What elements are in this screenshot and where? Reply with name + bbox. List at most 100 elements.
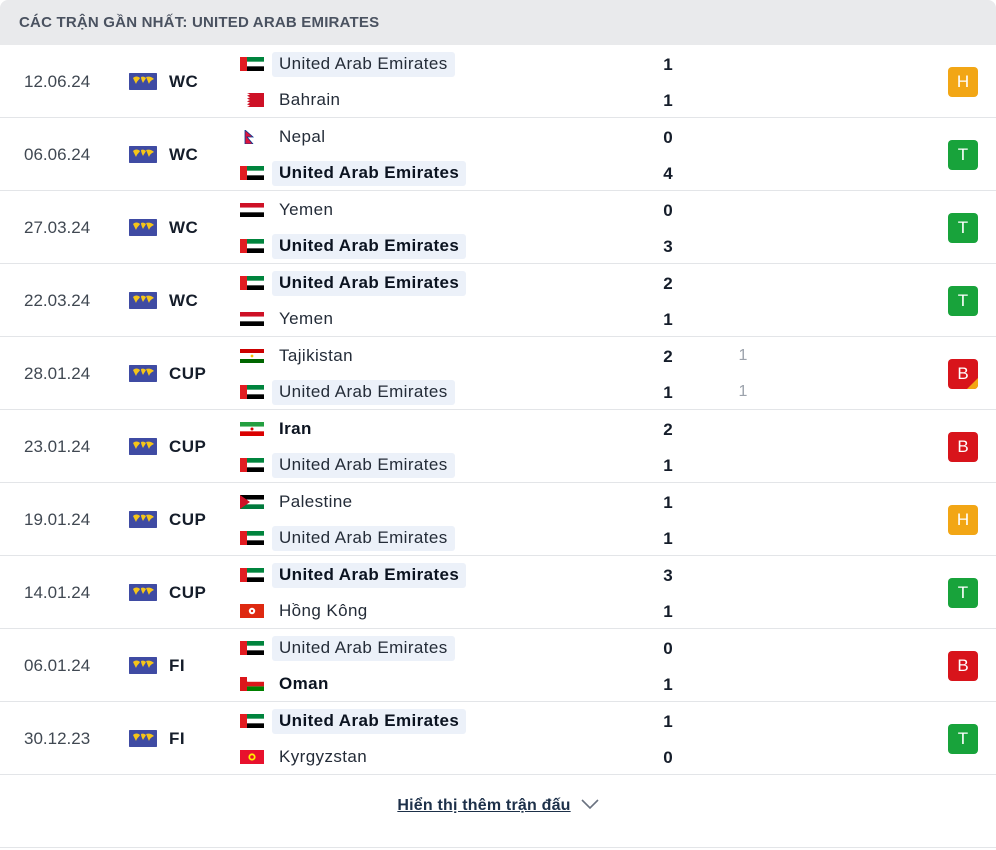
home-team: Palestine: [240, 489, 360, 515]
match-row[interactable]: 06.01.24 FI United Arab Emirates Oman 0 …: [0, 629, 996, 702]
home-team: Yemen: [240, 197, 340, 223]
home-team: United Arab Emirates: [240, 51, 455, 77]
away-team-name: United Arab Emirates: [272, 233, 467, 259]
world-icon: [129, 730, 157, 747]
home-team: Nepal: [240, 124, 332, 150]
competition-label: CUP: [169, 582, 207, 602]
result-label: T: [957, 145, 969, 164]
uae-flag-icon: [240, 568, 264, 582]
match-date: 27.03.24: [24, 217, 91, 237]
match-date: 12.06.24: [24, 71, 91, 91]
match-date: 30.12.23: [24, 728, 91, 748]
show-more: Hiển thị thêm trận đấu: [0, 793, 996, 819]
result-badge: T: [948, 213, 978, 243]
oman-flag-icon: [240, 677, 264, 691]
away-penalty-score: 1: [738, 383, 748, 400]
result-label: T: [957, 729, 969, 748]
home-score: 3: [663, 566, 673, 585]
away-score: 1: [663, 602, 673, 621]
result-label: B: [957, 656, 969, 675]
result-badge: H: [948, 67, 978, 97]
result-label: T: [957, 291, 969, 310]
home-team-name: United Arab Emirates: [272, 51, 455, 77]
result-badge: T: [948, 286, 978, 316]
away-score: 1: [663, 91, 673, 110]
match-row[interactable]: 28.01.24 CUP Tajikistan United Arab Emir…: [0, 337, 996, 410]
competition-label: FI: [169, 728, 186, 748]
away-score: 1: [663, 456, 673, 475]
result-badge: T: [948, 578, 978, 608]
away-team: United Arab Emirates: [240, 525, 455, 551]
result-label: H: [956, 510, 970, 529]
uae-flag-icon: [240, 276, 264, 290]
world-icon: [129, 73, 157, 90]
home-team-name: United Arab Emirates: [272, 562, 467, 588]
match-list: 12.06.24 WC United Arab Emirates Bahrain…: [0, 45, 996, 775]
world-icon: [129, 219, 157, 236]
uae-flag-icon: [240, 641, 264, 655]
away-team-name: United Arab Emirates: [272, 379, 455, 405]
away-team: United Arab Emirates: [240, 379, 455, 405]
match-row[interactable]: 22.03.24 WC United Arab Emirates Yemen 2…: [0, 264, 996, 337]
uae-flag-icon: [240, 166, 264, 180]
home-penalty-score: 1: [738, 347, 748, 364]
home-team: United Arab Emirates: [240, 562, 467, 588]
tajikistan-flag-icon: [240, 349, 264, 363]
home-team-name: United Arab Emirates: [272, 708, 467, 734]
home-team-name: Palestine: [279, 491, 353, 511]
match-date: 06.01.24: [24, 655, 91, 675]
world-icon: [129, 292, 157, 309]
match-row[interactable]: 27.03.24 WC Yemen United Arab Emirates 0…: [0, 191, 996, 264]
yemen-flag-icon: [240, 312, 264, 326]
penalty-marker: [967, 378, 978, 389]
match-row[interactable]: 23.01.24 CUP Iran United Arab Emirates 2…: [0, 410, 996, 483]
away-team-name: United Arab Emirates: [272, 160, 467, 186]
section-header: CÁC TRẬN GẦN NHẤT: UNITED ARAB EMIRATES: [0, 0, 996, 45]
home-team: United Arab Emirates: [240, 635, 455, 661]
iran-flag-icon: [240, 422, 264, 436]
result-badge: T: [948, 140, 978, 170]
home-score: 1: [663, 55, 673, 74]
world-icon: [129, 657, 157, 674]
home-score: 0: [663, 639, 673, 658]
match-row[interactable]: 12.06.24 WC United Arab Emirates Bahrain…: [0, 45, 996, 118]
hongkong-flag-icon: [240, 604, 264, 618]
away-team: United Arab Emirates: [240, 233, 467, 259]
show-more-link[interactable]: Hiển thị thêm trận đấu: [397, 797, 599, 815]
match-row[interactable]: 06.06.24 WC Nepal United Arab Emirates 0…: [0, 118, 996, 191]
away-score: 4: [663, 164, 673, 183]
competition-label: CUP: [169, 436, 207, 456]
home-team: United Arab Emirates: [240, 270, 467, 296]
match-date: 23.01.24: [24, 436, 91, 456]
away-team-name: Kyrgyzstan: [279, 746, 368, 766]
result-badge: T: [948, 724, 978, 754]
competition-label: WC: [169, 144, 199, 164]
match-row[interactable]: 14.01.24 CUP United Arab Emirates Hồng K…: [0, 556, 996, 629]
world-icon: [129, 584, 157, 601]
result-label: T: [957, 583, 969, 602]
uae-flag-icon: [240, 531, 264, 545]
away-team-name: Bahrain: [279, 89, 341, 109]
away-team-name: Yemen: [279, 308, 334, 328]
result-label: B: [957, 437, 969, 456]
away-team: Kyrgyzstan: [240, 744, 374, 770]
match-date: 28.01.24: [24, 363, 91, 383]
away-team: United Arab Emirates: [240, 160, 467, 186]
match-row[interactable]: 19.01.24 CUP Palestine United Arab Emira…: [0, 483, 996, 556]
result-badge: H: [948, 505, 978, 535]
competition-label: CUP: [169, 509, 207, 529]
home-score: 2: [663, 420, 673, 439]
match-row[interactable]: 30.12.23 FI United Arab Emirates Kyrgyzs…: [0, 702, 996, 775]
bahrain-flag-icon: [240, 93, 264, 107]
kyrgyzstan-flag-icon: [240, 750, 264, 764]
away-team-name: United Arab Emirates: [272, 525, 455, 551]
competition-label: CUP: [169, 363, 207, 383]
uae-flag-icon: [240, 239, 264, 253]
show-more-label: Hiển thị thêm trận đấu: [397, 797, 571, 814]
match-date: 19.01.24: [24, 509, 91, 529]
away-team: United Arab Emirates: [240, 452, 455, 478]
away-score: 1: [663, 675, 673, 694]
home-team-name: United Arab Emirates: [272, 635, 455, 661]
result-label: T: [957, 218, 969, 237]
match-date: 22.03.24: [24, 290, 91, 310]
